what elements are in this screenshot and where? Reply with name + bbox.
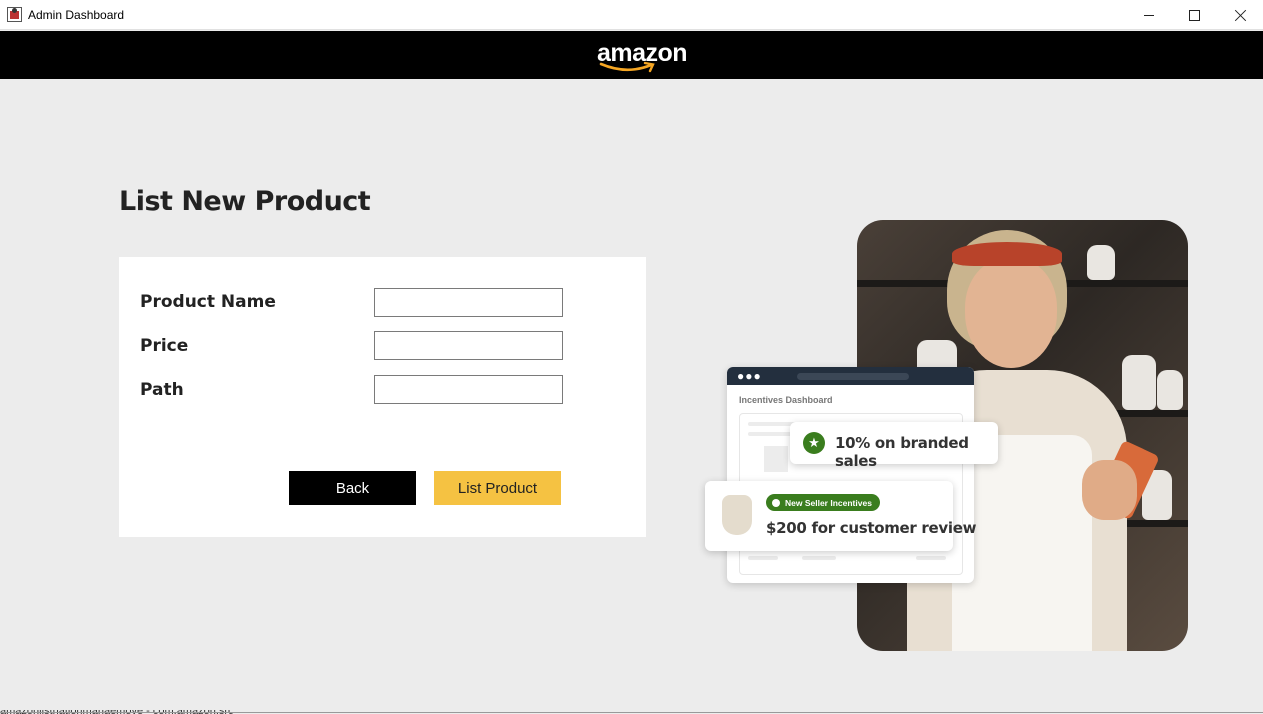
product-form: Product Name Price Path Back List Produc… <box>119 257 646 537</box>
app-icon <box>7 7 22 22</box>
new-seller-pill: New Seller Incentives <box>766 494 880 511</box>
dashboard-topbar: ●●● <box>727 367 974 385</box>
minimize-button[interactable] <box>1126 0 1172 30</box>
price-label: Price <box>140 336 189 356</box>
dots-icon: ●●● <box>737 369 762 383</box>
dashboard-title: Incentives Dashboard <box>739 395 833 405</box>
maximize-icon <box>1188 9 1200 21</box>
headband <box>952 242 1062 266</box>
star-icon: ★ <box>803 432 825 454</box>
back-button[interactable]: Back <box>289 471 416 505</box>
placeholder-line <box>802 556 836 560</box>
check-icon <box>772 498 780 507</box>
price-input[interactable] <box>374 331 563 360</box>
page-title: List New Product <box>119 186 371 217</box>
close-icon <box>1234 9 1247 22</box>
close-button[interactable] <box>1217 0 1263 30</box>
bottom-border <box>0 712 1263 713</box>
vase-image <box>722 495 752 535</box>
placeholder-box <box>764 446 788 472</box>
customer-review-badge: New Seller Incentives $200 for customer … <box>705 481 976 551</box>
product-name-label: Product Name <box>140 292 276 312</box>
ceramic-jar <box>1087 245 1115 280</box>
path-input[interactable] <box>374 375 563 404</box>
customer-review-text: $200 for customer review <box>766 519 977 537</box>
placeholder-line <box>748 556 778 560</box>
branded-sales-text: 10% on branded sales <box>835 434 969 470</box>
amazon-logo: amazon <box>597 39 688 73</box>
window-titlebar: Admin Dashboard <box>0 0 1263 30</box>
ceramic-jar <box>1157 370 1183 410</box>
header-bar: amazon <box>0 31 1263 79</box>
maximize-button[interactable] <box>1171 0 1217 30</box>
address-bar <box>797 373 909 380</box>
path-label: Path <box>140 380 184 400</box>
logo-smile-icon <box>599 61 655 73</box>
branded-sales-badge: ★ 10% on branded sales <box>790 422 998 470</box>
person-face <box>965 258 1057 368</box>
placeholder-line <box>916 556 946 560</box>
list-product-button[interactable]: List Product <box>434 471 561 505</box>
ceramic-jar <box>1122 355 1156 410</box>
hand <box>1082 460 1137 520</box>
product-name-input[interactable] <box>374 288 563 317</box>
minimize-icon <box>1144 14 1154 16</box>
window-title: Admin Dashboard <box>28 8 125 22</box>
pill-label: New Seller Incentives <box>785 497 872 508</box>
